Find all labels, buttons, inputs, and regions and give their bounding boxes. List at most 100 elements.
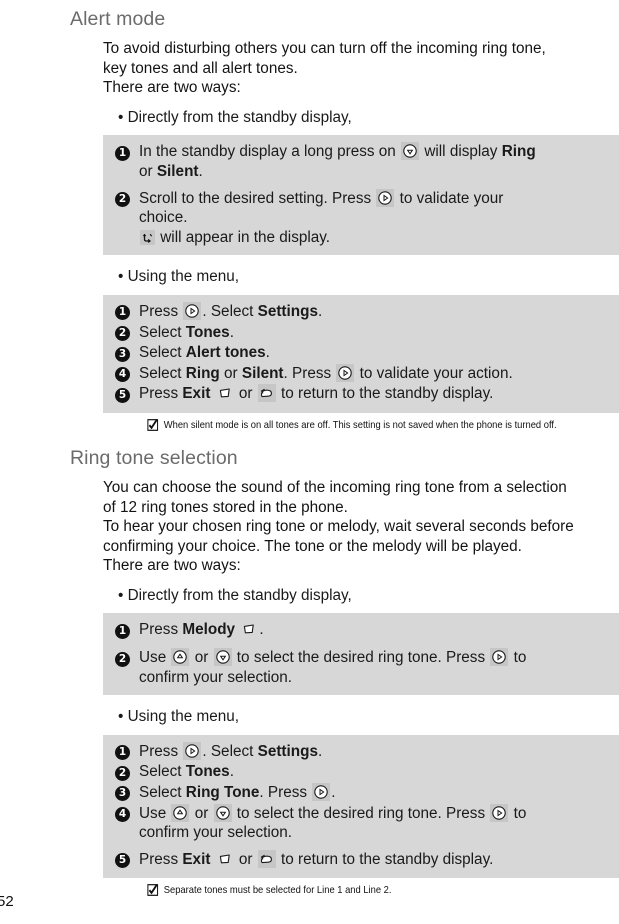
step-number-badge: 5 (115, 853, 130, 869)
table-row: 2 Use or to select the desired ring tone… (103, 648, 613, 687)
step-line: confirm your selection. (139, 668, 293, 686)
step-number: 3 (103, 783, 139, 804)
step-text-fragment: to select the desired ring tone. Press (232, 649, 490, 667)
step-text-fragment: Use (139, 804, 171, 822)
step-number-badge: 2 (115, 765, 130, 781)
step-text-fragment: . (259, 621, 264, 639)
step-number-badge: 3 (115, 346, 130, 362)
steps-box-menu-ringtone: 1 Press . Select Settings. 2 Select Tone… (103, 734, 619, 879)
step-line: or Silent. (139, 162, 609, 182)
vibrate-indicator-icon (140, 229, 155, 245)
intro-paragraph-alert-mode: To avoid disturbing others you can turn … (0, 39, 619, 98)
table-row: 2 Select Tones. (103, 323, 613, 344)
step-number: 5 (103, 384, 139, 405)
step-line: Scroll to the desired setting. Press to … (139, 188, 609, 209)
step-text-fragment: Select (139, 323, 186, 341)
step-bold-tones: Tones (185, 323, 230, 341)
bullet-label: • Using the menu, (118, 268, 239, 286)
manual-page: Alert mode To avoid disturbing others yo… (0, 0, 619, 924)
step-bold-alert-tones: Alert tones (185, 344, 266, 362)
nav-right-key-icon (376, 188, 395, 207)
step-text-fragment: Select (139, 364, 186, 382)
nav-down-key-icon (213, 648, 232, 667)
step-number-badge: 1 (115, 145, 130, 161)
step-bold-ring-tone: Ring Tone (185, 784, 260, 802)
bullet-label: • Directly from the standby display, (118, 586, 352, 604)
step-text: Press . Select Settings. (139, 741, 613, 762)
step-text-fragment: to return to the standby display. (276, 385, 494, 403)
step-line: In the standby display a long press on w… (139, 142, 609, 162)
step-number-badge: 5 (115, 387, 130, 403)
step-text-fragment: Use (139, 649, 171, 667)
nav-up-key-icon (171, 648, 190, 667)
step-text: Press Exit or to return to the standby d… (139, 849, 613, 870)
step-text-fragment: Select (139, 763, 186, 781)
nav-up-key-icon (171, 803, 190, 822)
step-number-badge: 4 (115, 367, 130, 383)
step-text-fragment: Press (139, 385, 183, 403)
step-text-fragment: . Select (202, 302, 258, 320)
step-text-fragment: . (317, 302, 323, 320)
steps-box-menu-alert: 1 Press . Select Settings. 2 Select Tone… (103, 294, 619, 413)
step-text-fragment: or (139, 162, 157, 180)
step-number-badge: 1 (115, 623, 130, 639)
nav-right-key-icon (490, 803, 509, 822)
step-text: Select Tones. (139, 762, 613, 782)
step-bold-melody: Melody (182, 621, 236, 639)
step-number: 3 (103, 343, 139, 364)
step-bold-ring: Ring (501, 143, 536, 161)
step-number-badge: 1 (115, 305, 130, 321)
step-text: Select Ring or Silent. Press to validate… (139, 363, 613, 384)
step-text: Scroll to the desired setting. Press to … (139, 188, 613, 248)
step-text-fragment: Select (139, 784, 186, 802)
step-text: In the standby display a long press on w… (139, 142, 613, 181)
nav-right-key-icon (490, 648, 509, 667)
hangup-key-icon (257, 384, 276, 403)
step-line: Use or to select the desired ring tone. … (139, 803, 609, 824)
step-number-badge: 1 (115, 745, 130, 761)
step-bold-exit: Exit (182, 850, 211, 868)
step-text: Select Alert tones. (139, 343, 613, 363)
step-text-fragment: Press (139, 302, 183, 320)
nav-right-key-icon (183, 301, 202, 320)
footnote-text: When silent mode is on all tones are off… (163, 419, 557, 431)
step-number: 2 (103, 648, 139, 669)
intro-line: key tones and all alert tones. (103, 59, 298, 77)
table-row: 4 Use or to select the desired ring tone… (103, 803, 613, 843)
step-text: Press . Select Settings. (139, 301, 613, 322)
step-number-badge: 3 (115, 786, 130, 802)
step-text-fragment: to (509, 804, 527, 822)
step-number-badge: 2 (115, 651, 130, 667)
step-bold-tones: Tones (185, 763, 230, 781)
step-number-badge: 2 (115, 192, 130, 208)
intro-line: of 12 ring tones stored in the phone. (103, 498, 348, 516)
step-text-fragment: Press (139, 742, 183, 760)
intro-line: To avoid disturbing others you can turn … (103, 40, 546, 57)
softkey-icon (216, 850, 234, 868)
nav-down-key-icon (401, 142, 420, 161)
nav-right-key-icon (336, 363, 355, 382)
table-row: 1 Press . Select Settings. (103, 741, 613, 763)
step-text-fragment: . (317, 742, 323, 760)
steps-box-standby-ringtone: 1 Press Melody . 2 Use or to select the … (103, 613, 619, 696)
step-number: 2 (103, 189, 139, 210)
steps-box-standby-alert: 1 In the standby display a long press on… (103, 135, 619, 256)
step-row: 2 Scroll to the desired setting. Press t… (103, 188, 613, 248)
step-text-fragment: or (190, 649, 213, 667)
step-bold-settings: Settings (257, 302, 318, 320)
step-bold-settings: Settings (257, 742, 318, 760)
step-text-fragment: In the standby display a long press on (139, 143, 401, 161)
table-row: 1 Press . Select Settings. (103, 301, 613, 323)
table-row: 5 Press Exit or to return to the standby… (103, 849, 613, 871)
section-heading-ring-tone-selection: Ring tone selection (70, 446, 238, 469)
step-line: will appear in the display. (139, 228, 609, 248)
step-text-fragment: to select the desired ring tone. Press (232, 804, 490, 822)
step-number: 2 (103, 762, 139, 783)
step-text-fragment: Select (139, 344, 186, 362)
intro-line: confirming your choice. The tone or the … (103, 537, 522, 555)
step-line: Use or to select the desired ring tone. … (139, 648, 609, 668)
step-number: 1 (103, 142, 139, 163)
table-row: 3 Select Alert tones. (103, 343, 613, 364)
bullet-directly-standby-2: • Directly from the standby display, (0, 586, 619, 606)
bullet-using-menu-1: • Using the menu, (0, 267, 619, 287)
